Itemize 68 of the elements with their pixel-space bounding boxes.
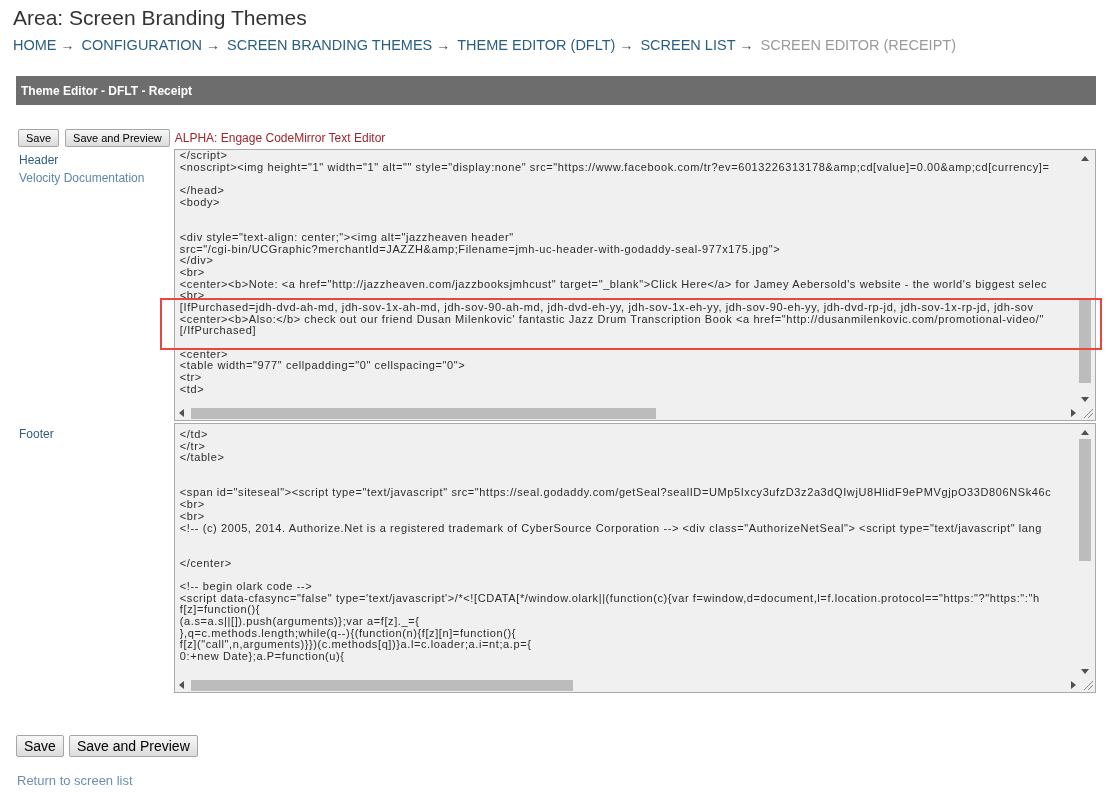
page-title: Area: Screen Branding Themes: [13, 5, 307, 31]
resize-grip-icon[interactable]: [1084, 681, 1093, 690]
code-editor[interactable]: [173, 149, 1096, 421]
breadcrumb-link[interactable]: SCREEN BRANDING THEMES: [227, 35, 433, 55]
down-triangle-icon[interactable]: [1081, 669, 1089, 674]
code-line: <body>: [179, 196, 221, 209]
scrollbar-thumb[interactable]: [190, 679, 573, 691]
scrollbar-thumb[interactable]: [1079, 439, 1091, 561]
right-triangle-icon[interactable]: [1070, 409, 1076, 417]
code-line: src="/cgi-bin/UCGraphic?merchantId=JAZZH&amp;Filename=jmh-uc-header-with-godaddy-seal-977x175.jpg">: [179, 243, 781, 256]
code-line: <br>: [179, 499, 205, 511]
code-line: <div style="text-align: center;"><img alt="jazzheaven header": [179, 231, 514, 244]
code-line: <center><b>Also:</b> check out our friend Dusan Milenkovic' fantastic Jazz Drum Transcription Book <a href="http://dusanmilenkovic.com/promotional-video/": [179, 313, 1044, 326]
field-label: Header: [19, 153, 59, 167]
code-line: f[z]("call",n,arguments)}})(c.methods[q])}a.l=c.loader;a.i=nt;a.p={: [179, 639, 532, 652]
breadcrumb-arrow: →: [619, 36, 634, 55]
code-line: <br>: [179, 266, 205, 279]
code-line: <td>: [179, 383, 205, 396]
scrollbar-thumb[interactable]: [190, 407, 656, 419]
down-triangle-icon[interactable]: [1081, 397, 1089, 402]
code-line: </table>: [179, 452, 225, 465]
documentation-link[interactable]: Velocity Documentation: [19, 171, 145, 185]
code-line: <!-- (c) 2005, 2014. Authorize.Net is a registered trademark of CyberSource Corporation --> <div class="AuthorizeNetSeal"> <script type="text/javascript" lang: [179, 522, 1042, 535]
return-link[interactable]: Return to screen list: [17, 773, 133, 789]
left-triangle-icon[interactable]: [179, 681, 185, 689]
breadcrumb-arrow: →: [60, 36, 75, 55]
code-line: <span id="siteseal"><script type="text/javascript" src="https://seal.godaddy.com/getSeal?sealID=UMp5Ixcy3ufzD3z2a3dQIwjU8HlidF9ePMVgjpO33D806NSk46c: [179, 487, 1052, 500]
resize-grip-icon[interactable]: [1084, 409, 1093, 418]
breadcrumb-link[interactable]: SCREEN LIST: [640, 35, 736, 55]
breadcrumb-link[interactable]: THEME EDITOR (DFLT): [457, 35, 616, 55]
save-button[interactable]: Save: [18, 129, 60, 147]
code-line: </tr>: [179, 440, 206, 453]
code-line: f[z]=function(){: [179, 604, 261, 616]
up-triangle-icon[interactable]: [1081, 430, 1089, 435]
breadcrumb-arrow: →: [436, 36, 451, 55]
breadcrumb-arrow: →: [739, 36, 754, 55]
code-line: <script data-cfasync="false" type='text/javascript'>/*<![CDATA[*/window.olark||(function(c){var f=window,d=document,l=f.location.protocol=="https:"?"https:":"h: [179, 592, 1040, 605]
scrollbar-thumb[interactable]: [1079, 299, 1091, 383]
code-line: <br>: [179, 510, 205, 523]
code-line: [IfPurchased=jdh-dvd-ah-md, jdh-sov-1x-ah-md, jdh-sov-90-ah-md, jdh-dvd-eh-yy, jdh-sov-1x-eh-yy, jdh-sov-90-eh-yy, jdh-dvd-rp-jd, jdh-sov-1x-rp-jd, jdh-sov: [179, 301, 1034, 314]
panel-title: Theme Editor - DFLT - Receipt: [21, 82, 193, 100]
field-label: Footer: [19, 427, 54, 441]
code-line: <noscript><img height="1" width="1" alt="" style="display:none" src="https://www.facebook.com/tr?ev=6013226313178&amp;cd[value]=0.00&amp;cd[currency]=: [179, 161, 1050, 174]
save-preview-button[interactable]: Save and Preview: [68, 735, 198, 757]
code-line: 0:+new Date};a.P=function(u){: [179, 651, 345, 663]
code-line: <center><b>Note: <a href="http://jazzheaven.com/jazzbooksjmhcust" target="_blank">Click Here</a> for Jamey Aebersold's website - the world's biggest selec: [179, 278, 1048, 291]
code-line: </script>: [179, 150, 228, 162]
code-editor[interactable]: [173, 423, 1096, 693]
code-line: <center>: [179, 348, 229, 361]
code-line: <!-- begin olark code -->: [179, 580, 313, 593]
code-line: (a.s=a.s||[]).push(arguments)};var a=f[z]._={: [179, 616, 420, 628]
code-line: </head>: [179, 185, 225, 197]
breadcrumb-link[interactable]: CONFIGURATION: [81, 35, 203, 55]
breadcrumb-arrow: →: [206, 36, 221, 55]
code-line: </center>: [179, 557, 232, 570]
code-line: },q=c.methods.length;while(q--){(function(n){f[z][n]=function(){: [179, 627, 516, 640]
save-button[interactable]: Save: [16, 735, 64, 757]
save-preview-button[interactable]: Save and Preview: [65, 129, 170, 147]
code-line: <tr>: [179, 372, 202, 384]
code-line: </td>: [179, 429, 208, 441]
left-triangle-icon[interactable]: [179, 409, 185, 417]
breadcrumb-link[interactable]: HOME: [13, 35, 57, 55]
right-triangle-icon[interactable]: [1070, 681, 1076, 689]
codemirror-link[interactable]: ALPHA: Engage CodeMirror Text Editor: [174, 130, 386, 146]
code-line: </div>: [179, 255, 214, 267]
code-line: <table width="977" cellpadding="0" cellspacing="0">: [179, 360, 466, 373]
up-triangle-icon[interactable]: [1081, 156, 1089, 161]
code-line: [/IfPurchased]: [179, 325, 257, 337]
